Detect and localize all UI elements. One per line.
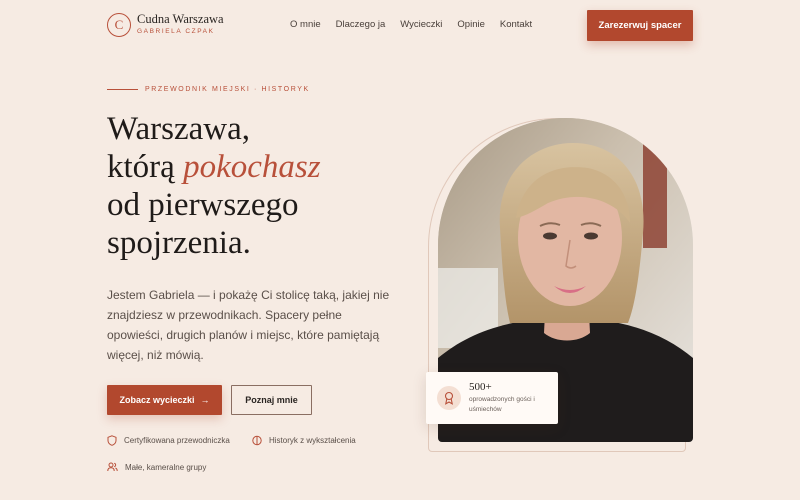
nav-item-wycieczki[interactable]: Wycieczki	[400, 19, 442, 30]
site-header: C Cudna Warszawa GABRIELA CZPAK O mnie D…	[0, 0, 800, 52]
book-walk-button[interactable]: Zarezerwuj spacer	[587, 10, 693, 41]
feature-label: Historyk z wykształcenia	[269, 436, 356, 445]
guests-badge: 500+ oprowadzonych gości i uśmiechów	[426, 372, 558, 424]
eyebrow-text: PRZEWODNIK MIEJSKI · HISTORYK	[145, 86, 310, 93]
badge-number: 500+	[469, 381, 492, 393]
hero-headline: Warszawa, którą pokochasz od pierwszego …	[107, 110, 427, 262]
award-icon	[437, 386, 461, 410]
eyebrow: PRZEWODNIK MIEJSKI · HISTORYK	[107, 86, 310, 93]
feature-certified: Certyfikowana przewodniczka	[107, 435, 230, 446]
eyebrow-divider	[107, 89, 138, 90]
shield-icon	[107, 435, 117, 446]
feature-historian: Historyk z wykształcenia	[252, 435, 356, 446]
feature-label: Małe, kameralne grupy	[125, 462, 207, 472]
nav-item-kontakt[interactable]: Kontakt	[500, 19, 532, 30]
meet-me-button[interactable]: Poznaj mnie	[231, 385, 312, 415]
headline-line-2-plain: którą	[107, 149, 184, 185]
headline-line-3: od pierwszego	[107, 187, 299, 223]
headline-line-4: spojrzenia.	[107, 225, 251, 261]
headline-accent: pokochasz	[183, 149, 321, 185]
see-tours-label: Zobacz wycieczki	[119, 395, 195, 405]
logo-mark-icon: C	[107, 13, 131, 37]
book-icon	[252, 435, 262, 446]
logo-name: Cudna Warszawa	[137, 12, 224, 26]
nav-item-o-mnie[interactable]: O mnie	[290, 19, 321, 30]
main-nav: O mnie Dlaczego ja Wycieczki Opinie Kont…	[290, 19, 547, 30]
feature-label: Certyfikowana przewodniczka	[124, 436, 230, 445]
see-tours-button[interactable]: Zobacz wycieczki →	[107, 385, 222, 415]
feature-small-groups: Małe, kameralne grupy	[107, 462, 206, 472]
headline-line-1: Warszawa,	[107, 111, 251, 147]
users-icon	[107, 462, 118, 472]
logo-subtitle: GABRIELA CZPAK	[137, 28, 215, 35]
badge-description: oprowadzonych gości i uśmiechów	[469, 396, 535, 413]
logo[interactable]: C Cudna Warszawa GABRIELA CZPAK	[107, 13, 224, 37]
hero-intro: Jestem Gabriela — i pokażę Ci stolicę ta…	[107, 288, 390, 362]
nav-item-dlaczego-ja[interactable]: Dlaczego ja	[336, 19, 386, 30]
arrow-right-icon: →	[200, 395, 210, 405]
nav-item-opinie[interactable]: Opinie	[457, 19, 484, 30]
